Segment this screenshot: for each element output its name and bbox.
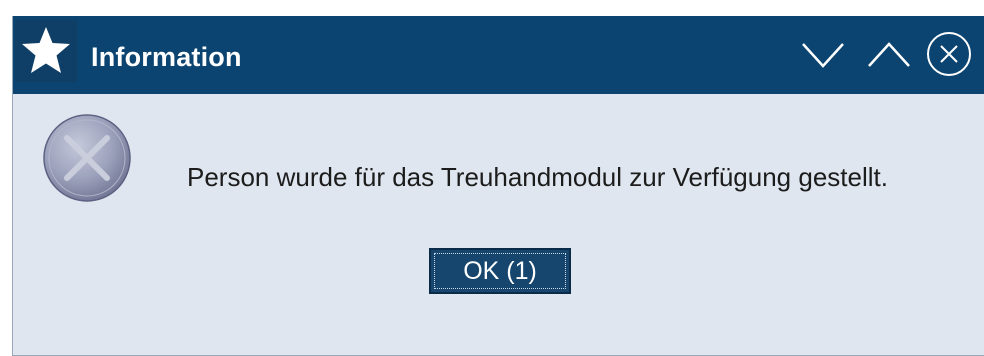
chevron-up-icon bbox=[868, 42, 910, 67]
title-bar[interactable]: Information bbox=[13, 16, 984, 94]
information-dialog: Information Person wurde für das Treuhan… bbox=[12, 16, 984, 356]
ok-button[interactable]: OK (1) bbox=[429, 248, 571, 294]
window-title: Information bbox=[91, 42, 242, 72]
chevron-down-icon bbox=[802, 43, 844, 68]
message-text: Person wurde für das Treuhandmodul zur V… bbox=[187, 162, 888, 192]
star-icon bbox=[15, 20, 77, 82]
circle-x-icon bbox=[927, 32, 971, 76]
background-edge bbox=[0, 0, 12, 356]
error-circle-x-icon bbox=[41, 112, 133, 204]
minimize-button[interactable] bbox=[799, 30, 847, 78]
close-button[interactable] bbox=[925, 30, 973, 78]
maximize-button[interactable] bbox=[865, 30, 913, 78]
